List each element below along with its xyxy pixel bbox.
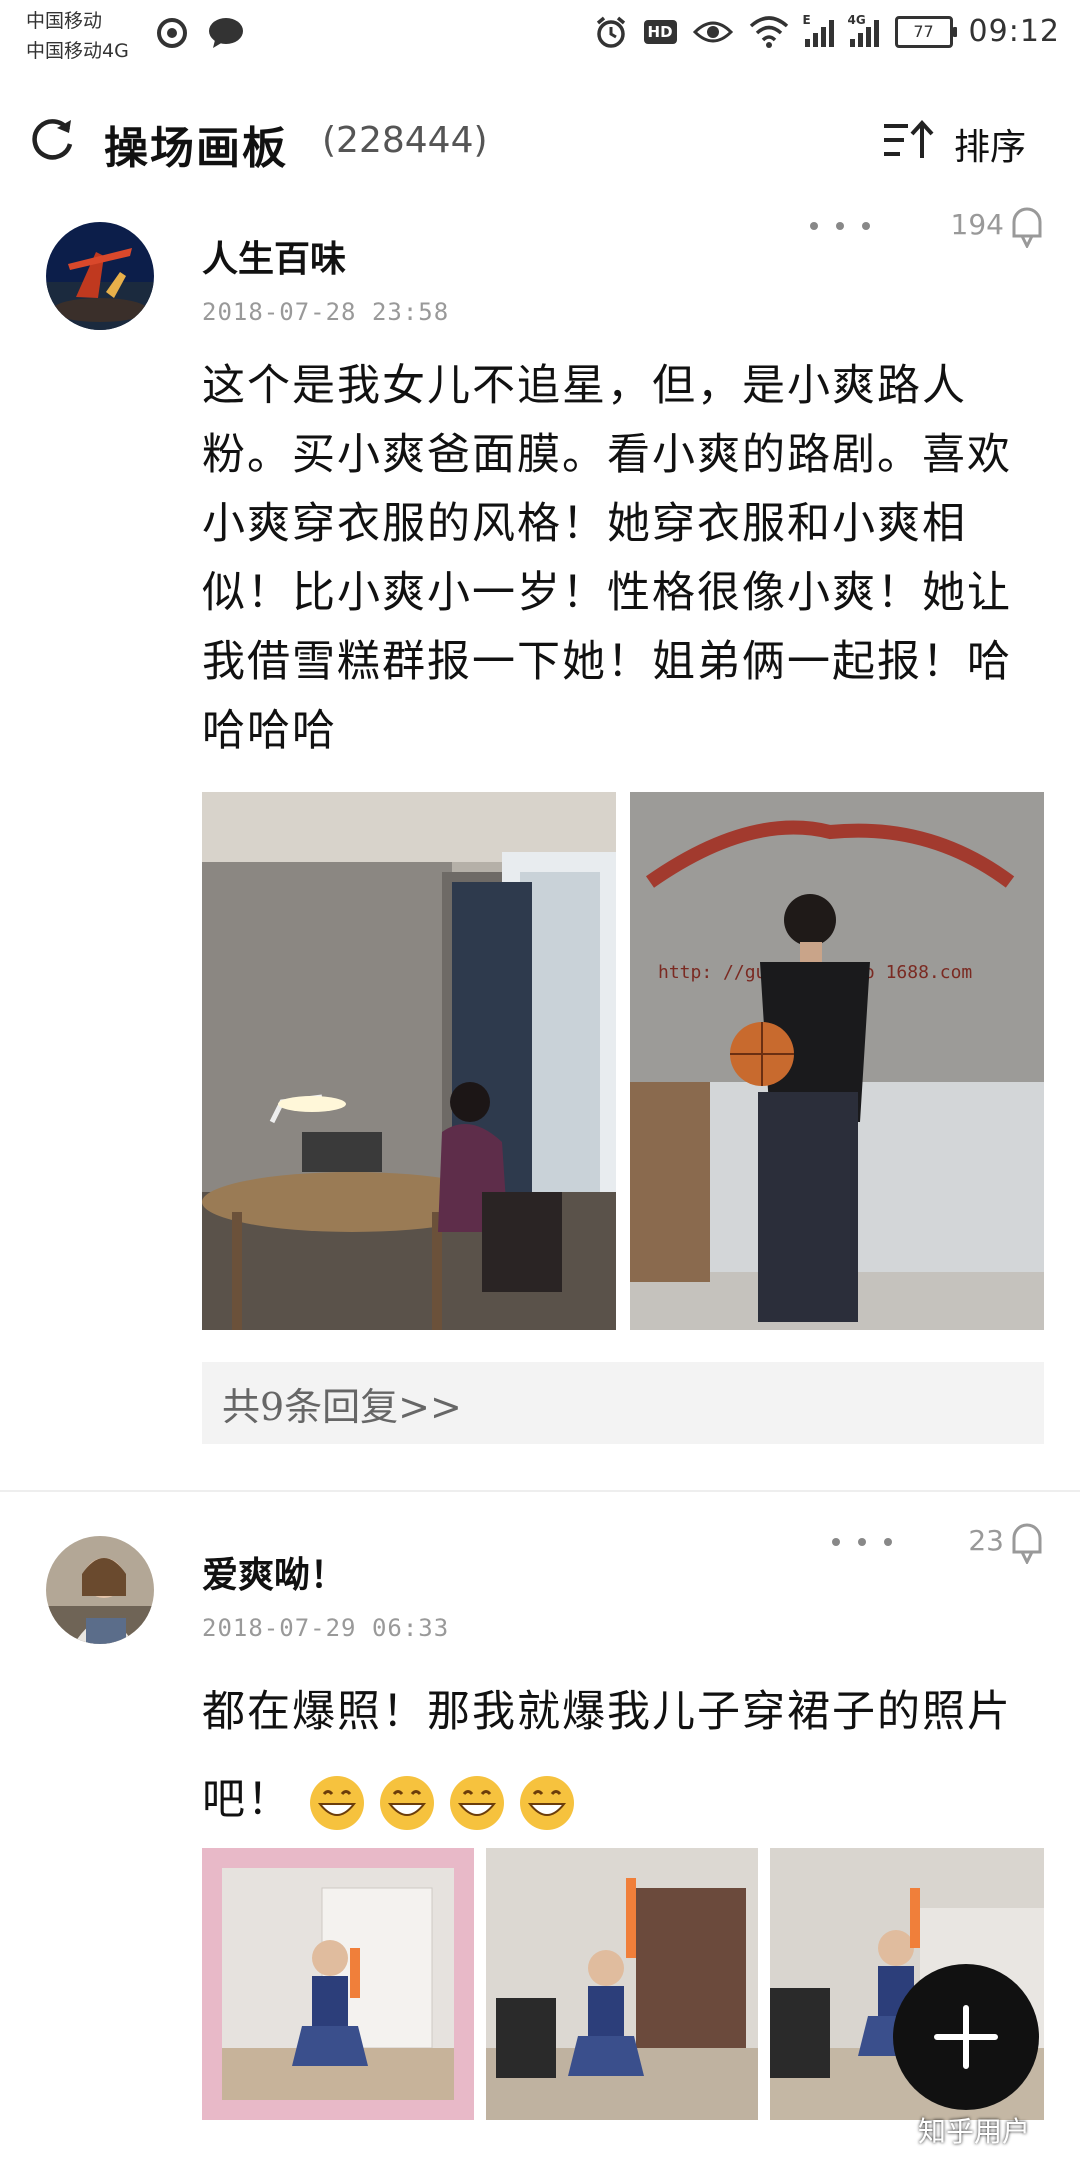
comment-count: 23 <box>968 1524 1004 1557</box>
carrier-info: 中国移动 中国移动4G <box>26 6 129 66</box>
post-photo[interactable] <box>486 1848 758 2120</box>
grin-emoji-icon <box>519 1776 574 1830</box>
sort-icon[interactable] <box>880 118 936 162</box>
more-icon[interactable] <box>810 216 870 236</box>
carrier-1: 中国移动 <box>26 10 103 32</box>
page-title: 操场画板 <box>104 123 288 174</box>
carrier-2: 中国移动4G <box>26 40 129 62</box>
grin-emoji-icon <box>309 1776 364 1830</box>
post-content: 都在爆照！那我就爆我儿子穿裙子的照片吧！ <box>202 1668 1042 1844</box>
reply-count-label[interactable]: 共9条回复>> <box>222 1376 462 1431</box>
watermark: 知乎用户 <box>918 2115 1031 2148</box>
post-count: (228444) <box>322 120 488 161</box>
more-icon[interactable] <box>832 1532 892 1552</box>
post-divider <box>0 1490 1080 1492</box>
eye-icon <box>692 21 733 42</box>
battery-icon: 77 <box>894 15 957 48</box>
signal-4g-icon: 4G <box>848 13 879 47</box>
author-name[interactable]: 爱爽呦！ <box>202 1546 346 1598</box>
post-photo[interactable] <box>202 792 616 1330</box>
sort-button[interactable]: 排序 <box>954 118 1026 170</box>
comment-bubble-icon[interactable] <box>1010 1520 1044 1564</box>
refresh-icon[interactable] <box>28 114 78 164</box>
reply-summary[interactable]: 共9条回复>> <box>202 1362 1044 1444</box>
post-time: 2018-07-29 06:33 <box>202 1614 450 1642</box>
app-header: 操场画板 (228444) 排序 <box>0 100 1080 180</box>
add-post-button[interactable] <box>893 1964 1039 2110</box>
message-icon <box>209 18 243 48</box>
post-photo[interactable]: http: //guan nsujiao 1688.com <box>630 792 1044 1330</box>
hd-icon: HD <box>643 19 677 44</box>
post-time: 2018-07-28 23:58 <box>202 298 450 326</box>
post-photo[interactable] <box>202 1848 474 2120</box>
author-name[interactable]: 人生百味 <box>202 230 346 282</box>
signal-e-icon: E <box>803 13 834 47</box>
avatar[interactable] <box>46 1536 154 1644</box>
comment-bubble-icon[interactable] <box>1010 204 1044 248</box>
post-content: 这个是我女儿不追星，但，是小爽路人粉。买小爽爸面膜。看小爽的路剧。喜欢小爽穿衣服… <box>202 361 1012 756</box>
alarm-icon <box>596 16 625 48</box>
weibo-icon <box>157 18 187 48</box>
status-bar: 中国移动 中国移动4G HD E 4G 77 09:12 <box>0 0 1080 78</box>
wifi-icon <box>749 15 788 48</box>
comment-count: 194 <box>950 208 1004 241</box>
grin-emoji-icon <box>379 1776 434 1830</box>
clock: 09:12 <box>968 14 1060 49</box>
avatar[interactable] <box>46 222 154 330</box>
grin-emoji-icon <box>449 1776 504 1830</box>
plus-icon <box>934 2005 998 2069</box>
